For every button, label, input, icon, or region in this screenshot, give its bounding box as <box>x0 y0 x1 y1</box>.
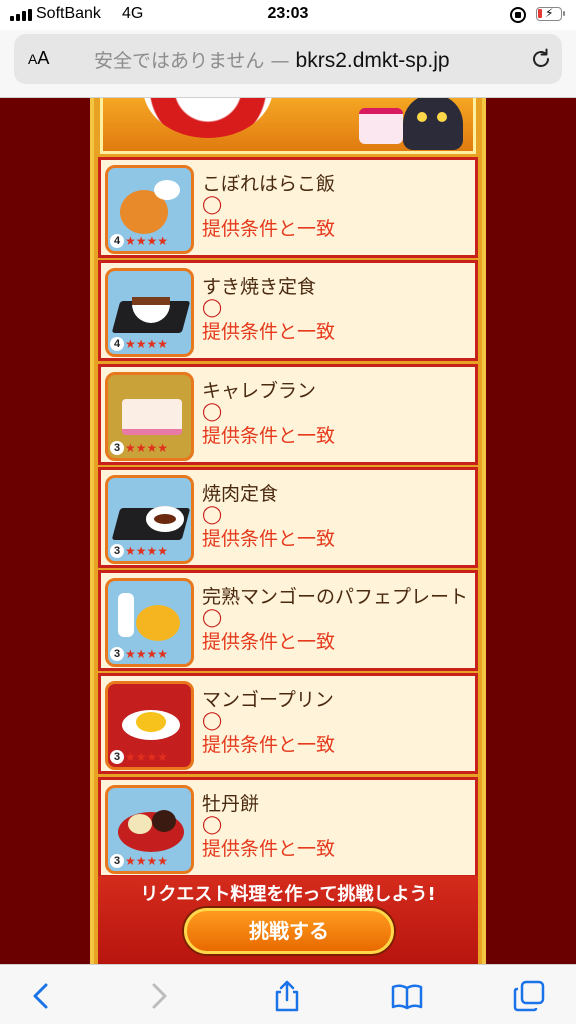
dish-item[interactable]: 4 ★★★★ すき焼き定食 ◯ 提供条件と一致 <box>98 260 478 362</box>
reload-icon[interactable] <box>529 47 553 71</box>
star-rating: ★★★★ <box>125 234 169 248</box>
domain-label: bkrs2.dmkt-sp.jp <box>295 49 450 72</box>
dish-name: 焼肉定食 <box>202 482 279 505</box>
match-mark: ◯ <box>202 813 223 835</box>
dish-list: 4 ★★★★ こぼれはらこ飯 ◯ 提供条件と一致 4 ★★★★ すき焼き定食 ◯ 提… <box>98 157 478 880</box>
dish-level: 3 <box>110 647 124 662</box>
dish-name: 完熟マンゴーのパフェプレート <box>202 586 469 609</box>
request-panel: 4 ★★★★ こぼれはらこ飯 ◯ 提供条件と一致 4 ★★★★ すき焼き定食 ◯ 提… <box>90 98 486 964</box>
dish-name: キャレブラン <box>202 379 317 402</box>
dish-level: 4 <box>110 234 124 248</box>
url-separator: — <box>264 50 296 72</box>
dish-item[interactable]: 3 ★★★★ 焼肉定食 ◯ 提供条件と一致 <box>98 466 478 568</box>
security-note: 安全ではありません <box>94 50 265 72</box>
battery-icon: ⚡ <box>536 6 565 21</box>
dish-thumbnail: 3 ★★★★ <box>105 371 194 461</box>
share-icon[interactable] <box>270 979 304 1013</box>
match-status: 提供条件と一致 <box>202 734 336 757</box>
plate-graphic <box>143 98 273 138</box>
dish-thumbnail: 4 ★★★★ <box>105 268 194 358</box>
match-mark: ◯ <box>202 194 223 215</box>
rotation-lock-icon <box>510 7 526 23</box>
dish-item[interactable]: 3 ★★★★ マンゴープリン ◯ 提供条件と一致 <box>98 673 478 775</box>
match-status: 提供条件と一致 <box>202 527 336 550</box>
bookmarks-icon[interactable] <box>390 979 424 1013</box>
dish-thumbnail: 3 ★★★★ <box>105 474 194 564</box>
star-rating: ★★★★ <box>125 440 169 455</box>
cat-mascot <box>403 98 463 150</box>
address-bar[interactable]: AA 安全ではありません — bkrs2.dmkt-sp.jp <box>14 34 562 84</box>
star-rating: ★★★★ <box>125 647 169 662</box>
match-mark: ◯ <box>202 710 223 732</box>
dish-item[interactable]: 3 ★★★★ 牡丹餅 ◯ 提供条件と一致 <box>98 776 478 878</box>
forward-icon[interactable] <box>142 979 176 1013</box>
star-rating: ★★★★ <box>125 337 169 352</box>
dish-thumbnail: 3 ★★★★ <box>105 784 194 874</box>
dish-level: 4 <box>110 337 124 352</box>
web-page: 4 ★★★★ こぼれはらこ飯 ◯ 提供条件と一致 4 ★★★★ すき焼き定食 ◯ 提… <box>0 98 576 964</box>
dish-level: 3 <box>110 543 124 558</box>
dish-name: 牡丹餅 <box>202 792 260 815</box>
dish-item[interactable]: 3 ★★★★ キャレブラン ◯ 提供条件と一致 <box>98 363 478 465</box>
text-size-button[interactable]: AA <box>28 48 49 69</box>
match-mark: ◯ <box>202 607 223 629</box>
star-rating: ★★★★ <box>125 750 169 765</box>
tabs-icon[interactable] <box>512 979 546 1013</box>
match-status: 提供条件と一致 <box>202 837 336 860</box>
dish-thumbnail: 3 ★★★★ <box>105 681 194 771</box>
banner-image <box>100 98 476 154</box>
dish-thumbnail: 4 ★★★★ <box>105 165 194 254</box>
dish-name: マンゴープリン <box>202 689 334 712</box>
match-mark: ◯ <box>202 400 223 422</box>
star-rating: ★★★★ <box>125 853 169 868</box>
match-status: 提供条件と一致 <box>202 631 336 654</box>
dish-level: 3 <box>110 440 124 455</box>
challenge-prompt: リクエスト料理を作って挑戦しよう! <box>140 884 436 905</box>
dish-thumbnail: 3 ★★★★ <box>105 578 194 668</box>
match-status: 提供条件と一致 <box>202 424 336 447</box>
cake-graphic <box>359 108 403 144</box>
browser-address-area: AA 安全ではありません — bkrs2.dmkt-sp.jp <box>0 30 576 98</box>
url-display[interactable]: 安全ではありません — bkrs2.dmkt-sp.jp <box>94 46 450 73</box>
star-rating: ★★★★ <box>125 543 169 558</box>
dish-level: 3 <box>110 853 124 868</box>
challenge-bar: リクエスト料理を作って挑戦しよう! 挑戦する <box>98 876 478 964</box>
dish-name: すき焼き定食 <box>202 276 317 299</box>
dish-level: 3 <box>110 750 124 765</box>
browser-toolbar <box>0 964 576 1024</box>
back-icon[interactable] <box>24 979 58 1013</box>
match-status: 提供条件と一致 <box>202 321 336 344</box>
match-mark: ◯ <box>202 297 223 319</box>
dish-item[interactable]: 4 ★★★★ こぼれはらこ飯 ◯ 提供条件と一致 <box>98 157 478 258</box>
match-status: 提供条件と一致 <box>202 218 336 240</box>
dish-name: こぼれはらこ飯 <box>202 173 336 195</box>
match-mark: ◯ <box>202 503 223 525</box>
challenge-button[interactable]: 挑戦する <box>184 908 394 954</box>
clock: 23:03 <box>267 5 309 22</box>
dish-item[interactable]: 3 ★★★★ 完熟マンゴーのパフェプレート ◯ 提供条件と一致 <box>98 570 478 672</box>
status-bar: SoftBank 4G 23:03 ⚡ <box>0 0 576 30</box>
